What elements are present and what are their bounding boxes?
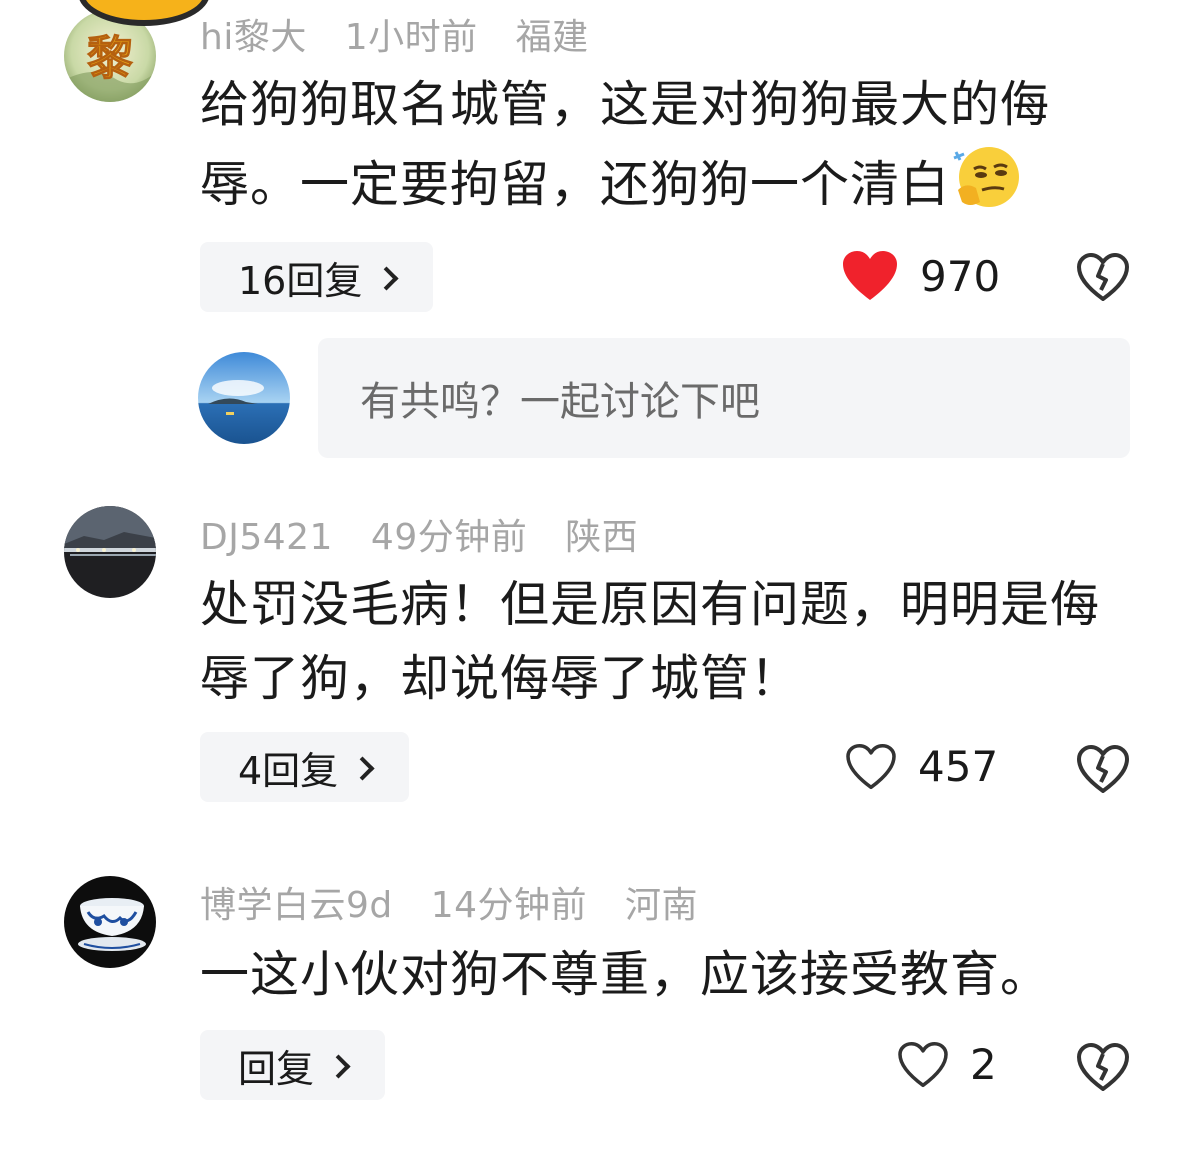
comment-meta: hi黎大 1小时前 福建 (200, 8, 615, 60)
reply-count-label: 回复 (238, 1046, 315, 1091)
like-count: 2 (970, 1040, 997, 1089)
heart-filled-icon (843, 251, 897, 300)
reply-input-placeholder: 有共鸣？一起讨论下吧 (360, 379, 760, 425)
broken-heart-icon[interactable] (1076, 1042, 1130, 1092)
comment-meta: 博学白云9d 14分钟前 河南 (200, 876, 724, 928)
reply-count-label: 16回复 (238, 258, 363, 303)
timestamp: 1小时前 (344, 17, 478, 58)
svg-text:黎: 黎 (87, 31, 133, 85)
like-button[interactable]: 457 (846, 742, 998, 791)
username[interactable]: hi黎大 (200, 17, 307, 58)
username[interactable]: 博学白云9d (200, 885, 393, 926)
like-button[interactable]: 970 (842, 250, 1000, 302)
broken-heart-icon[interactable] (1076, 252, 1130, 302)
comment-text: 处罚没毛病！但是原因有问题，明明是侮辱了狗，却说侮辱了城管！ (200, 576, 1101, 707)
timestamp: 14分钟前 (430, 885, 588, 926)
like-count: 457 (918, 742, 999, 791)
location: 福建 (515, 17, 589, 58)
view-replies-button[interactable]: 回复 (200, 1030, 386, 1100)
like-button[interactable]: 2 (898, 1040, 997, 1089)
chevron-right-icon (350, 755, 375, 781)
location: 河南 (624, 885, 698, 926)
my-avatar (198, 352, 290, 444)
comment-item: 博学白云9d 14分钟前 河南 一这小伙对狗不尊重，应该接受教育。 回复 2 (0, 868, 1200, 1128)
heart-outline-icon (846, 743, 896, 789)
username[interactable]: DJ5421 (200, 517, 333, 558)
comment-text: 给狗狗取名城管，这是对狗狗最大的侮辱。一定要拘留，还狗狗一个清白 (200, 68, 1120, 233)
reply-input[interactable]: 有共鸣？一起讨论下吧 (318, 338, 1130, 458)
timestamp: 49分钟前 (370, 517, 528, 558)
smirk-thinking-emoji-icon (952, 142, 1022, 233)
chevron-right-icon (374, 265, 399, 291)
heart-outline-icon (898, 1041, 948, 1087)
comment-meta: DJ5421 49分钟前 陕西 (200, 508, 664, 560)
comment-text: 一这小伙对狗不尊重，应该接受教育。 (200, 946, 1051, 1003)
view-replies-button[interactable]: 16回复 (200, 242, 434, 312)
location: 陕西 (565, 517, 639, 558)
avatar[interactable] (64, 506, 156, 598)
comment-body: 给狗狗取名城管，这是对狗狗最大的侮辱。一定要拘留，还狗狗一个清白 (200, 76, 1051, 213)
view-replies-button[interactable]: 4回复 (200, 732, 410, 802)
comment-item: DJ5421 49分钟前 陕西 处罚没毛病！但是原因有问题，明明是侮辱了狗，却说… (0, 500, 1200, 820)
avatar[interactable] (64, 876, 156, 968)
comment-item: 黎 hi黎大 1小时前 福建 给狗狗取名城管，这是对狗狗最大的侮辱。一定要拘留，… (0, 0, 1200, 330)
reply-count-label: 4回复 (238, 748, 339, 793)
like-count: 970 (920, 251, 1001, 301)
chevron-right-icon (326, 1053, 351, 1079)
broken-heart-icon[interactable] (1076, 744, 1130, 794)
